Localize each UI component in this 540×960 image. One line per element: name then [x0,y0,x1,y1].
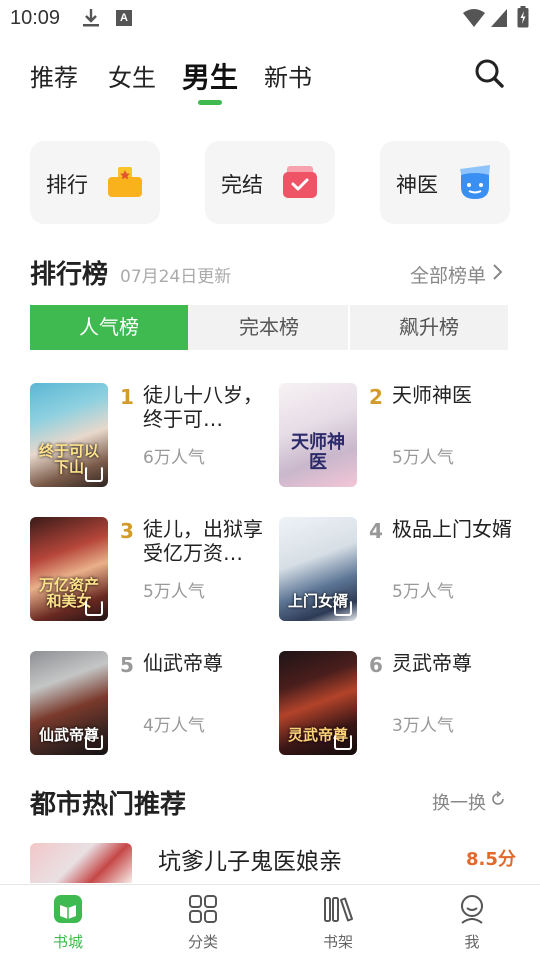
headphone-icon [334,600,352,616]
battery-icon [517,6,529,28]
download-icon [83,9,99,27]
rank-book-4[interactable]: 上门女婿 4 极品上门女婿 5万人气 [279,517,529,623]
book-cover: 万亿资产和美女 [30,517,108,621]
doctor-icon [460,165,490,199]
tab-new-books[interactable]: 新书 [264,58,312,93]
nav-profile-label: 我 [464,933,480,951]
chevron-right-icon[interactable] [490,263,504,281]
status-bar: 10:09 A [0,0,540,36]
ranking-icon [108,167,142,197]
book-title: 天师神医 [392,383,472,407]
headphone-icon [85,734,103,750]
book-title: 徒儿，出狱享受亿万资… [143,517,263,565]
book-title: 灵武帝尊 [392,651,472,675]
entry-finished-label: 完结 [221,173,263,197]
nav-category-label: 分类 [187,933,218,951]
book-popularity: 5万人气 [143,582,205,602]
search-icon[interactable] [473,57,505,89]
entry-ranking[interactable]: 排行 [30,141,160,224]
headphone-icon [334,734,352,750]
rank-book-5[interactable]: 仙武帝尊 5 仙武帝尊 4万人气 [30,651,280,757]
book-cover[interactable] [30,843,132,883]
rank-number: 2 [369,385,383,409]
segment-popular[interactable]: 人气榜 [30,305,188,350]
ranking-title: 排行榜 [30,260,109,290]
book-cover: 终于可以下山 [30,383,108,487]
book-title: 极品上门女婿 [392,517,512,541]
rank-book-6[interactable]: 灵武帝尊 6 灵武帝尊 3万人气 [279,651,529,757]
nav-profile[interactable]: 我 [432,885,512,960]
tab-recommend[interactable]: 推荐 [30,58,78,93]
section-title: 都市热门推荐 [30,790,187,820]
rank-book-1[interactable]: 终于可以下山 1 徒儿十八岁，终于可… 6万人气 [30,383,280,489]
headphone-icon [85,466,103,482]
segment-rising[interactable]: 飙升榜 [350,305,508,350]
nav-bookshelf-label: 书架 [322,933,353,951]
rank-book-2[interactable]: 天师神医 2 天师神医 5万人气 [279,383,529,489]
rec-book-score: 8.5分 [466,849,516,870]
rank-book-3[interactable]: 万亿资产和美女 3 徒儿，出狱享受亿万资… 5万人气 [30,517,280,623]
bottom-nav: 书城 分类 书架 我 [0,884,540,960]
rank-number: 1 [120,385,134,409]
signal-icon [491,9,507,27]
book-cover: 上门女婿 [279,517,357,621]
rec-book-title[interactable]: 坑爹儿子鬼医娘亲 [158,842,342,876]
nav-bookstore[interactable]: 书城 [28,885,108,960]
book-cover: 灵武帝尊 [279,651,357,755]
book-title: 仙武帝尊 [143,651,223,675]
cover-title: 天师神医 [291,432,345,473]
active-tab-indicator [198,100,222,105]
book-popularity: 5万人气 [392,582,454,602]
rank-number: 4 [369,519,383,543]
nav-bookstore-label: 书城 [52,933,83,951]
bookstore-icon [54,895,82,923]
refresh-icon[interactable] [490,791,506,807]
headphone-icon [85,600,103,616]
entry-finished[interactable]: 完结 [205,141,335,224]
tab-female[interactable]: 女生 [108,58,156,93]
nav-bookshelf[interactable]: 书架 [298,885,378,960]
a-badge-icon: A [116,10,132,26]
finished-icon [283,166,317,198]
ranking-segments: 人气榜 完本榜 飙升榜 [30,305,508,350]
rank-number: 5 [120,653,134,677]
entry-doctor-label: 神医 [396,173,438,197]
profile-icon [461,895,483,924]
bookshelf-icon [324,897,353,922]
tab-male[interactable]: 男生 [182,56,238,96]
entry-ranking-label: 排行 [46,173,88,197]
book-cover: 仙武帝尊 [30,651,108,755]
book-cover: 天师神医 [279,383,357,487]
book-title: 徒儿十八岁，终于可… [143,383,263,431]
status-time: 10:09 [10,7,61,29]
swap-button[interactable]: 换一换 [432,789,486,815]
book-popularity: 3万人气 [392,716,454,736]
rank-number: 6 [369,653,383,677]
rank-number: 3 [120,519,134,543]
segment-finished[interactable]: 完本榜 [190,305,348,350]
all-rankings-link[interactable]: 全部榜单 [410,261,486,288]
book-popularity: 5万人气 [392,448,454,468]
entry-doctor[interactable]: 神医 [380,141,510,224]
wifi-icon [463,9,485,27]
book-popularity: 6万人气 [143,448,205,468]
nav-category[interactable]: 分类 [163,885,243,960]
book-popularity: 4万人气 [143,716,205,736]
ranking-updated: 07月24日更新 [120,267,232,287]
category-icon [189,895,217,923]
